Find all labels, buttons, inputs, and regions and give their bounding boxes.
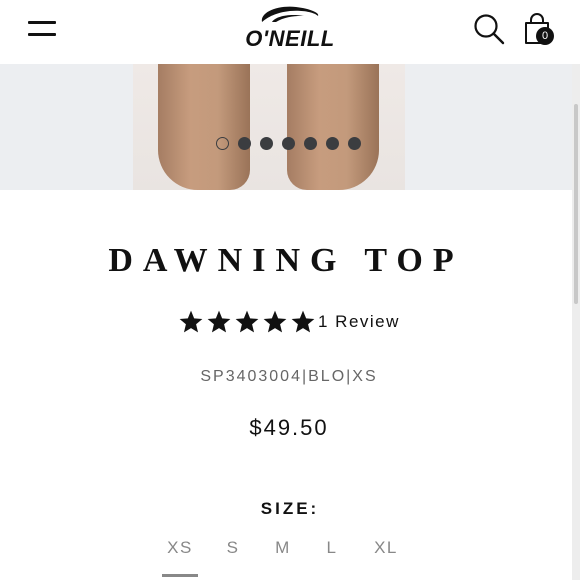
size-selector: XS S M L XL [0,538,580,580]
site-header: O'NEILL 0 [0,0,580,64]
rating-stars [178,309,316,335]
star-icon [207,310,231,333]
brand-name: O'NEILL [245,26,335,51]
size-option-m[interactable]: M [270,538,296,574]
reviews-link[interactable]: 1 Review [318,312,400,332]
gallery-dot-1[interactable] [216,137,229,150]
star-icon [179,310,203,333]
star-icon [235,310,259,333]
brand-logo[interactable]: O'NEILL [222,4,358,51]
gallery-dot-6[interactable] [326,137,339,150]
photo-leg-right [287,64,379,190]
product-rating: 1 Review [178,308,400,336]
product-sku: SP3403004|BLO|XS [200,368,378,385]
gallery-dot-7[interactable] [348,137,361,150]
size-option-l[interactable]: L [322,538,342,574]
gallery-dot-5[interactable] [304,137,317,150]
wave-logo-icon [261,6,319,22]
star-icon [291,310,315,333]
size-option-s[interactable]: S [222,538,244,574]
photo-leg-left [158,64,250,190]
gallery-dot-4[interactable] [282,137,295,150]
hamburger-menu-icon[interactable] [28,18,56,38]
gallery-dot-2[interactable] [238,137,251,150]
search-icon[interactable] [472,12,506,46]
product-title: DAWNING TOP [108,242,464,279]
size-label: SIZE: [260,499,320,518]
scrollbar-thumb[interactable] [574,104,578,304]
product-price: $49.50 [249,415,329,440]
size-option-xl[interactable]: XL [370,538,402,574]
star-icon [263,310,287,333]
gallery-pagination [216,137,361,151]
gallery-dot-3[interactable] [260,137,273,150]
product-photo [133,64,405,190]
size-option-xs[interactable]: XS [162,538,198,577]
cart-count-badge: 0 [536,27,554,45]
product-image-gallery[interactable] [0,64,572,190]
